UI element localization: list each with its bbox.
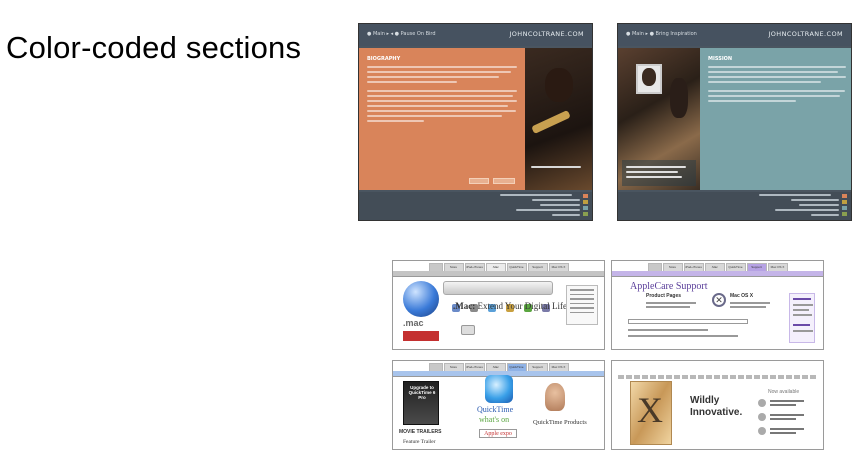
tab-ipod[interactable]: iPod+iTunes	[683, 263, 704, 271]
product-pages-label: Product Pages	[646, 293, 682, 299]
apple-tab-bar: Store iPod+iTunes .Mac QuickTime Support…	[393, 263, 604, 271]
dotmac-info-box	[566, 285, 598, 325]
applecare-sidebar	[789, 293, 815, 343]
tab-macosx[interactable]: Mac OS X	[767, 263, 788, 271]
tab-store[interactable]: Store	[662, 263, 683, 271]
mission-heading: MISSION	[708, 56, 733, 62]
coltrane-footer-menu	[359, 192, 592, 220]
tab-quicktime[interactable]: QuickTime	[506, 363, 527, 371]
tab-dotmac[interactable]: .Mac	[704, 263, 725, 271]
available-item[interactable]	[758, 399, 818, 407]
apple-logo-tab[interactable]	[428, 263, 443, 271]
tab-ipod[interactable]: iPod+iTunes	[464, 363, 485, 371]
support-search-input[interactable]	[628, 319, 748, 324]
coltrane-logo: JOHNCOLTRANE.COM	[768, 30, 843, 38]
whats-on-label[interactable]: what's on	[479, 415, 509, 424]
prev-button[interactable]	[469, 178, 489, 184]
coltrane-biography-screenshot: ● Main ▸ ◂ ● Pause On Bird JOHNCOLTRANE.…	[358, 23, 593, 221]
quicktime-pro-box-text: Upgrade to QuickTime 6 Pro	[408, 385, 436, 400]
now-available-label: Now available	[768, 389, 800, 395]
apple-macosx-screenshot: X Wildly Innovative. Now available	[611, 360, 824, 450]
coltrane-mission-screenshot: ● Main ▸ ● Bring Inspiration JOHNCOLTRAN…	[617, 23, 852, 221]
apple-tab-bar: Store iPod+iTunes .Mac QuickTime Support…	[612, 263, 823, 271]
section-subnav	[612, 271, 823, 277]
macosx-headline: Wildly Innovative.	[690, 395, 742, 419]
feature-trailer-label[interactable]: Feature Trailer	[403, 439, 436, 445]
coltrane-logo: JOHNCOLTRANE.COM	[509, 30, 584, 38]
headline-line-2: Innovative.	[690, 407, 743, 418]
mission-panel: MISSION	[700, 48, 851, 190]
applecare-osx-label: Mac OS X	[730, 293, 754, 299]
tab-store[interactable]: Store	[443, 263, 464, 271]
tab-dotmac[interactable]: .Mac	[485, 263, 506, 271]
apple-logo-tab[interactable]	[428, 363, 443, 371]
tab-support[interactable]: Support	[527, 263, 548, 271]
tab-dotmac[interactable]: .Mac	[485, 363, 506, 371]
tab-support[interactable]: Support	[746, 263, 767, 271]
dotmac-logo-text: .mac	[403, 318, 424, 328]
tab-quicktime[interactable]: QuickTime	[506, 263, 527, 271]
coltrane-footer-menu	[618, 192, 851, 220]
dotmac-tagline: .Mac: Extend Your Digital Life	[453, 301, 567, 311]
slide-title: Color-coded sections	[6, 30, 302, 65]
tab-macosx[interactable]: Mac OS X	[548, 363, 569, 371]
apple-quicktime-screenshot: Store iPod+iTunes .Mac QuickTime Support…	[392, 360, 605, 450]
apple-tab-bar: Store iPod+iTunes .Mac QuickTime Support…	[393, 363, 604, 371]
next-button[interactable]	[493, 178, 515, 184]
coltrane-nav: ● Main ▸ ◂ ● Pause On Bird	[367, 31, 436, 37]
coltrane-top-bar: ● Main ▸ ◂ ● Pause On Bird JOHNCOLTRANE.…	[359, 24, 592, 46]
collage-caption-box	[622, 160, 696, 186]
macosx-x-glyph: X	[637, 390, 663, 430]
movie-trailers-label: MOVIE TRAILERS	[399, 429, 442, 435]
quicktime-label: QuickTime	[477, 405, 514, 414]
biography-text-block	[367, 66, 517, 125]
dotmac-tagline-prefix: .Mac:	[453, 301, 476, 311]
available-item[interactable]	[758, 413, 818, 421]
coltrane-nav: ● Main ▸ ● Bring Inspiration	[626, 31, 697, 37]
macosx-x-icon: ✕	[712, 293, 726, 307]
tab-quicktime[interactable]: QuickTime	[725, 263, 746, 271]
dotmac-globe-icon	[403, 281, 439, 317]
coltrane-main: BIOGRAPHY	[359, 48, 592, 190]
apple-applecare-screenshot: Store iPod+iTunes .Mac QuickTime Support…	[611, 260, 824, 350]
mission-text-block	[708, 66, 846, 105]
biography-panel: BIOGRAPHY	[359, 48, 525, 190]
biography-heading: BIOGRAPHY	[367, 56, 401, 62]
tab-ipod[interactable]: iPod+iTunes	[464, 263, 485, 271]
macosx-box-art: X	[630, 381, 672, 445]
tab-store[interactable]: Store	[443, 363, 464, 371]
coltrane-main: MISSION	[618, 48, 851, 190]
dotmac-service-bar	[443, 281, 553, 312]
tab-support[interactable]: Support	[527, 363, 548, 371]
tab-macosx[interactable]: Mac OS X	[548, 263, 569, 271]
apple-expo-badge[interactable]: Apple expo	[479, 429, 517, 438]
isight-camera-icon	[461, 325, 475, 335]
quicktime-pro-box[interactable]: Upgrade to QuickTime 6 Pro	[403, 381, 439, 425]
applecare-title: AppleCare Support	[630, 281, 708, 292]
macosx-update-banner	[618, 375, 818, 379]
apple-dotmac-screenshot: Store iPod+iTunes .Mac QuickTime Support…	[392, 260, 605, 350]
quicktime-products-label[interactable]: QuickTime Products	[533, 419, 587, 426]
available-item[interactable]	[758, 427, 818, 435]
headline-line-1: Wildly	[690, 395, 720, 406]
dotmac-signup-banner[interactable]	[403, 331, 439, 341]
dotmac-tagline-text: Extend Your Digital Life	[477, 301, 568, 311]
section-subnav	[393, 271, 604, 277]
coltrane-top-bar: ● Main ▸ ● Bring Inspiration JOHNCOLTRAN…	[618, 24, 851, 46]
quicktime-logo-icon	[485, 375, 513, 403]
portrait-photo	[545, 383, 565, 411]
apple-logo-tab[interactable]	[647, 263, 662, 271]
